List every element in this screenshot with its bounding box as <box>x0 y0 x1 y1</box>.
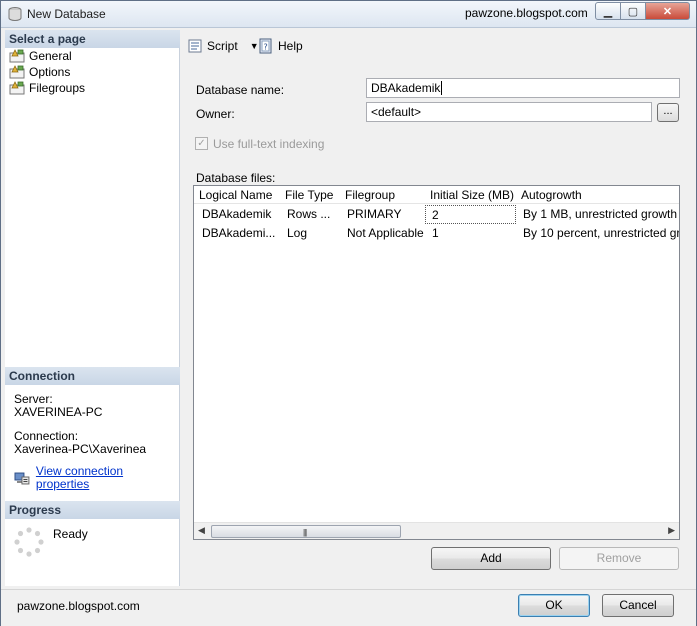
add-button[interactable]: Add <box>431 547 551 570</box>
page-item-label: Options <box>29 65 71 79</box>
cell-file-type[interactable]: Log <box>287 226 339 240</box>
new-database-window: New Database pawzone.blogspot.com ▁ ▢ ✕ … <box>0 0 697 626</box>
cell-autogrowth[interactable]: By 10 percent, unrestricted growt <box>523 226 679 240</box>
cell-filegroup[interactable]: PRIMARY <box>347 207 427 221</box>
page-item-general[interactable]: General <box>9 48 72 64</box>
bottom-bar: pawzone.blogspot.com OK Cancel <box>1 589 696 626</box>
column-header-filegroup[interactable]: Filegroup <box>345 188 395 202</box>
cell-initial-size[interactable]: 2 <box>425 205 516 224</box>
table-row[interactable]: DBAkademi... Log Not Applicable 1 By 10 … <box>194 224 679 243</box>
footer-watermark: pawzone.blogspot.com <box>17 599 140 613</box>
window-title: New Database <box>27 7 106 21</box>
maximize-button[interactable]: ▢ <box>621 2 646 20</box>
minimize-button[interactable]: ▁ <box>595 2 621 20</box>
title-watermark: pawzone.blogspot.com <box>465 6 588 20</box>
svg-text:?: ? <box>264 43 268 52</box>
database-name-input[interactable]: DBAkademik <box>366 78 680 98</box>
help-label: Help <box>278 39 303 53</box>
database-files-grid[interactable]: Logical Name File Type Filegroup Initial… <box>193 185 680 540</box>
page-item-label: General <box>29 49 72 63</box>
select-page-header: Select a page <box>5 30 180 48</box>
remove-button[interactable]: Remove <box>559 547 679 570</box>
cell-file-type[interactable]: Rows ... <box>287 207 339 221</box>
caption-buttons: ▁ ▢ ✕ <box>595 2 690 20</box>
cancel-button[interactable]: Cancel <box>602 594 674 617</box>
toolbar: Script ▼ ? Help <box>181 30 694 64</box>
close-button[interactable]: ✕ <box>646 2 690 20</box>
help-icon: ? <box>259 38 272 54</box>
progress-header: Progress <box>5 501 180 519</box>
column-header-file-type[interactable]: File Type <box>285 188 333 202</box>
connection-header: Connection <box>5 367 180 385</box>
fulltext-checkbox[interactable]: ✓ <box>195 137 208 150</box>
progress-status: Ready <box>53 527 88 541</box>
horizontal-scrollbar[interactable]: ◀ ||| ▶ <box>194 522 679 539</box>
database-name-value: DBAkademik <box>371 81 441 95</box>
grip-icon: ||| <box>303 528 307 537</box>
cell-logical-name[interactable]: DBAkademi... <box>202 226 278 240</box>
fulltext-label: Use full-text indexing <box>213 137 325 151</box>
grid-header: Logical Name File Type Filegroup Initial… <box>194 186 679 204</box>
table-row[interactable]: DBAkademik Rows ... PRIMARY 2 By 1 MB, u… <box>194 205 679 224</box>
cell-filegroup[interactable]: Not Applicable <box>347 226 427 240</box>
database-files-label: Database files: <box>196 171 276 185</box>
owner-field[interactable]: <default> <box>366 102 652 122</box>
database-name-label: Database name: <box>196 83 285 97</box>
general-page-panel: Database name: DBAkademik Owner: <defaul… <box>181 64 694 588</box>
title-bar: New Database pawzone.blogspot.com ▁ ▢ ✕ <box>1 1 696 28</box>
column-header-initial-size[interactable]: Initial Size (MB) <box>430 188 514 202</box>
scroll-right-icon[interactable]: ▶ <box>668 525 675 536</box>
minimize-icon: ▁ <box>603 5 613 18</box>
owner-label: Owner: <box>196 107 235 121</box>
script-icon <box>188 39 202 53</box>
owner-browse-button[interactable]: ... <box>657 103 679 122</box>
connection-properties-icon <box>14 472 30 485</box>
script-label: Script <box>207 39 238 53</box>
column-header-autogrowth[interactable]: Autogrowth <box>521 188 582 202</box>
cell-autogrowth[interactable]: By 1 MB, unrestricted growth <box>523 207 679 221</box>
script-button[interactable]: Script ▼ <box>187 38 259 54</box>
scroll-left-icon[interactable]: ◀ <box>198 525 205 536</box>
scroll-thumb[interactable]: ||| <box>211 525 401 538</box>
cell-logical-name[interactable]: DBAkademik <box>202 207 278 221</box>
maximize-icon: ▢ <box>627 5 639 18</box>
page-item-filegroups[interactable]: Filegroups <box>9 80 85 96</box>
server-value: XAVERINEA-PC <box>14 405 103 419</box>
database-icon <box>8 7 22 21</box>
page-item-label: Filegroups <box>29 81 86 95</box>
page-icon <box>9 65 25 79</box>
page-icon <box>9 81 25 95</box>
column-header-logical-name[interactable]: Logical Name <box>199 188 272 202</box>
page-icon <box>9 49 25 63</box>
close-icon: ✕ <box>662 5 673 18</box>
connection-value: Xaverinea-PC\Xaverinea <box>14 442 147 456</box>
help-button[interactable]: ? Help <box>258 38 303 54</box>
page-item-options[interactable]: Options <box>9 64 70 80</box>
view-connection-properties-link[interactable]: View connection properties <box>36 465 179 491</box>
owner-value: <default> <box>371 105 422 119</box>
cell-initial-size[interactable]: 1 <box>432 226 512 240</box>
progress-spinner-icon <box>14 527 44 557</box>
left-pane: Select a page General Options Filegroups… <box>5 30 180 586</box>
ok-button[interactable]: OK <box>518 594 590 617</box>
view-connection-row: View connection properties <box>14 465 179 491</box>
